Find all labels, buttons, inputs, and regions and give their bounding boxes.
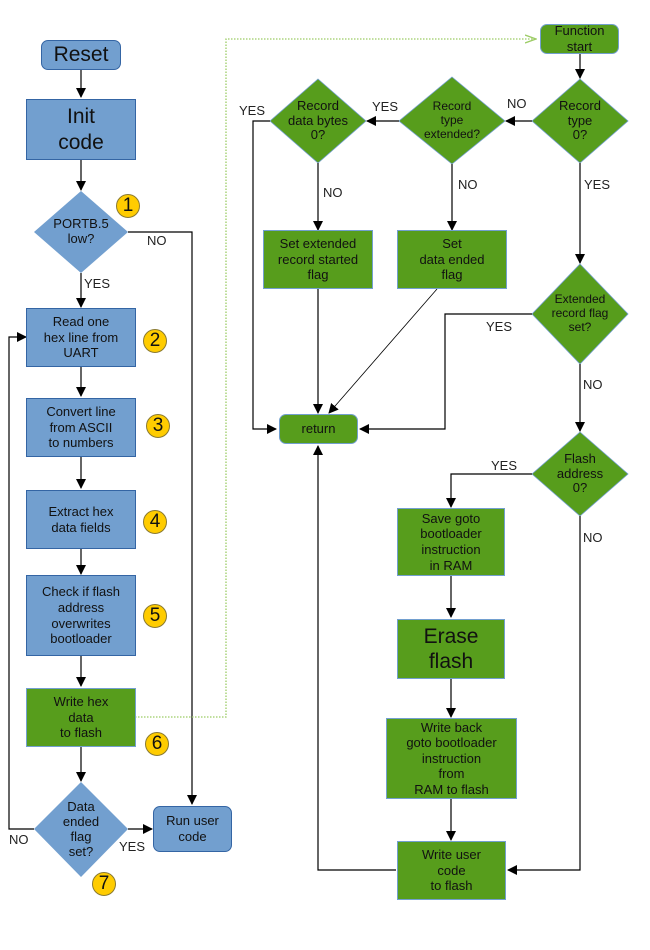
extended-flag-set-label: Extended record flag set? [551, 292, 609, 334]
data-ended-no-label: NO [9, 832, 29, 847]
convert-ascii-node: Convert line from ASCII to numbers [26, 398, 136, 457]
record-type-ext-yes-label: YES [372, 99, 399, 114]
write-hex-data-node: Write hex data to flash [26, 688, 136, 747]
record-type0-no-label: NO [507, 96, 527, 111]
flash-address0-label: Flash address 0? [556, 450, 604, 496]
step-badge-6: 6 [145, 732, 169, 756]
record-data-bytes-no-label: NO [323, 185, 343, 200]
record-data-bytes-yes-label: YES [239, 103, 266, 118]
write-hex-data-label: Write hex data to flash [53, 694, 109, 741]
record-type0-yes-label: YES [584, 177, 611, 192]
record-data-bytes-label: Record data bytes 0? [288, 97, 348, 143]
data-ended-yes-label: YES [119, 839, 146, 854]
write-back-label: Write back goto bootloader instruction f… [406, 719, 497, 797]
step-badge-2: 2 [143, 329, 167, 353]
function-start-node: Function start [540, 23, 619, 54]
return-node: return [279, 414, 358, 444]
init-code-node: Init code [26, 99, 136, 160]
save-goto-label: Save goto bootloader instruction in RAM [420, 510, 482, 573]
set-extended-flag-label: Set extended record started flag [277, 236, 359, 283]
check-flash-address-node: Check if flash address overwrites bootlo… [26, 575, 136, 656]
convert-ascii-label: Convert line from ASCII to numbers [46, 404, 116, 451]
portb-decision-label: PORTB.5 low? [53, 216, 109, 246]
init-code-label: Init code [58, 105, 104, 154]
record-type0-label: Record type 0? [559, 97, 601, 143]
write-user-code-node: Write user code to flash [397, 841, 506, 900]
step-badge-4: 4 [143, 510, 167, 534]
write-back-node: Write back goto bootloader instruction f… [386, 718, 517, 799]
step-badge-7: 7 [92, 872, 116, 896]
extended-flag-no-label: NO [583, 377, 603, 392]
extract-fields-node: Extract hex data fields [26, 490, 136, 549]
erase-flash-node: Erase flash [397, 619, 505, 679]
extended-flag-yes-label: YES [486, 319, 513, 334]
function-start-label: Function start [554, 23, 605, 54]
reset-label: Reset [53, 43, 109, 67]
step-badge-3: 3 [146, 414, 170, 438]
save-goto-node: Save goto bootloader instruction in RAM [397, 508, 505, 576]
record-type-ext-no-label: NO [458, 177, 478, 192]
step-badge-1: 1 [116, 194, 140, 218]
flash-address-yes-label: YES [491, 458, 518, 473]
data-ended-decision-label: Data ended flag set? [62, 799, 100, 859]
set-data-ended-node: Set data ended flag [397, 230, 507, 289]
check-flash-address-label: Check if flash address overwrites bootlo… [41, 584, 121, 647]
reset-node: Reset [41, 40, 121, 70]
portb-no-label: NO [147, 233, 167, 248]
read-hex-line-label: Read one hex line from UART [43, 314, 119, 361]
write-user-code-label: Write user code to flash [422, 847, 481, 894]
set-data-ended-label: Set data ended flag [419, 236, 485, 283]
erase-flash-label: Erase flash [423, 624, 479, 673]
return-label: return [301, 421, 336, 437]
step-badge-5: 5 [143, 604, 167, 628]
portb-yes-label: YES [84, 276, 111, 291]
extract-fields-label: Extract hex data fields [48, 503, 114, 535]
record-type-extended-label: Record type extended? [423, 99, 481, 141]
run-user-code-node: Run user code [153, 806, 232, 852]
set-extended-flag-node: Set extended record started flag [263, 230, 373, 289]
run-user-code-label: Run user code [166, 813, 219, 844]
flash-address-no-label: NO [583, 530, 603, 545]
read-hex-line-node: Read one hex line from UART [26, 308, 136, 367]
